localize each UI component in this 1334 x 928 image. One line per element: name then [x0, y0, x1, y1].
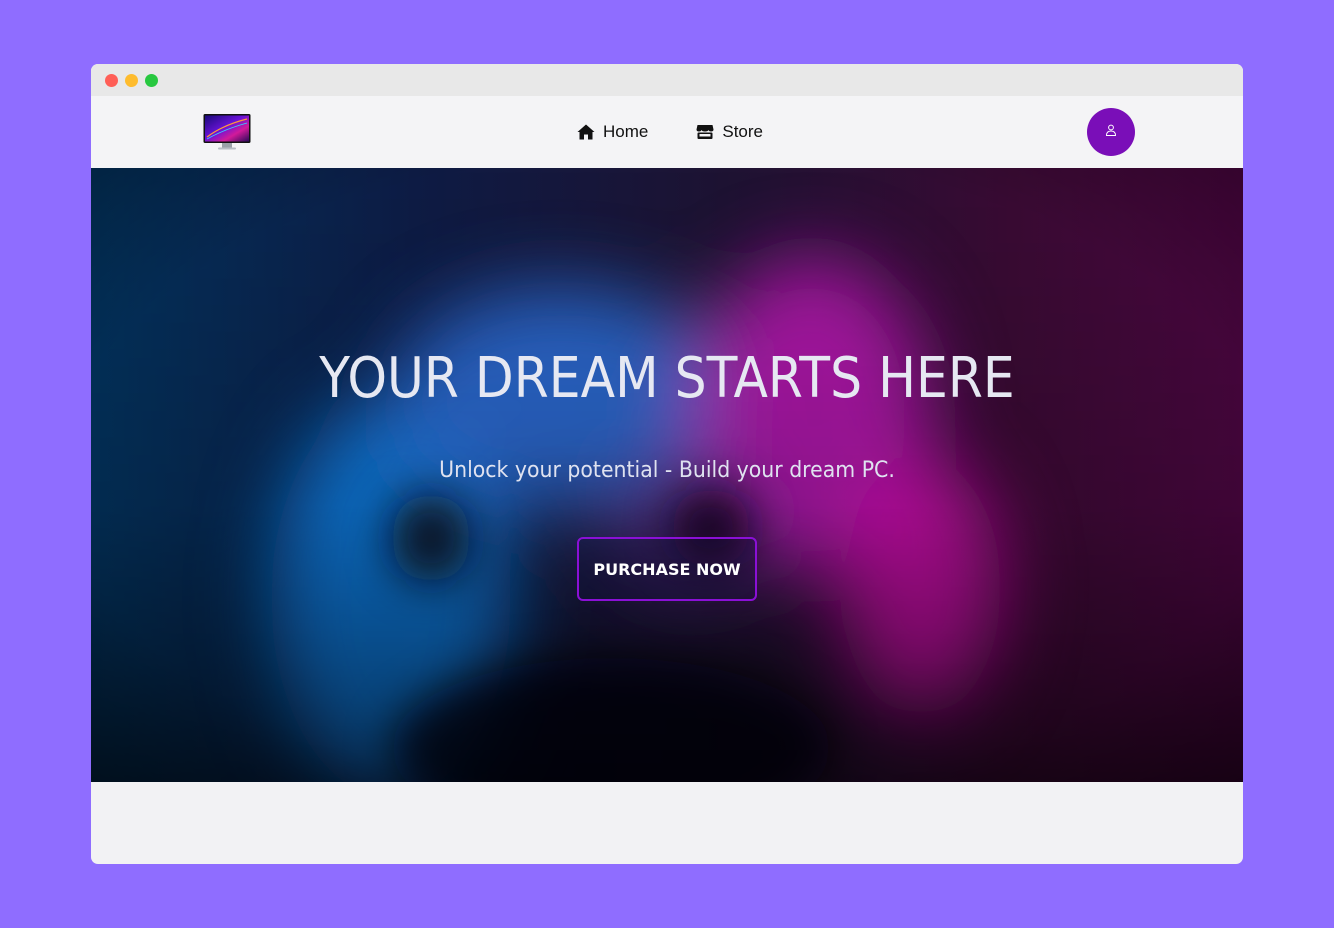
top-navbar: Home Store: [91, 96, 1243, 168]
store-icon: [696, 124, 714, 140]
nav-links: Home Store: [577, 96, 763, 168]
home-icon: [577, 124, 595, 140]
hero-title: YOUR DREAM STARTS HERE: [319, 346, 1015, 411]
hero-section: YOUR DREAM STARTS HERE Unlock your poten…: [91, 168, 1243, 782]
monitor-logo-icon[interactable]: [203, 113, 251, 151]
maximize-window-button[interactable]: [145, 74, 158, 87]
nav-link-label: Home: [603, 122, 649, 141]
window-titlebar: [91, 64, 1243, 96]
nav-link-label: Store: [722, 122, 763, 141]
nav-link-home[interactable]: Home: [577, 122, 648, 142]
nav-link-store[interactable]: Store: [696, 122, 763, 142]
minimize-window-button[interactable]: [125, 74, 138, 87]
user-icon: [1105, 123, 1117, 141]
hero-subtitle: Unlock your potential - Build your dream…: [439, 458, 895, 483]
browser-window: Home Store YOUR DREAM STARTS HERE Unlock…: [91, 64, 1243, 864]
purchase-now-button[interactable]: PURCHASE NOW: [577, 537, 757, 601]
close-window-button[interactable]: [105, 74, 118, 87]
profile-button[interactable]: [1087, 108, 1135, 156]
